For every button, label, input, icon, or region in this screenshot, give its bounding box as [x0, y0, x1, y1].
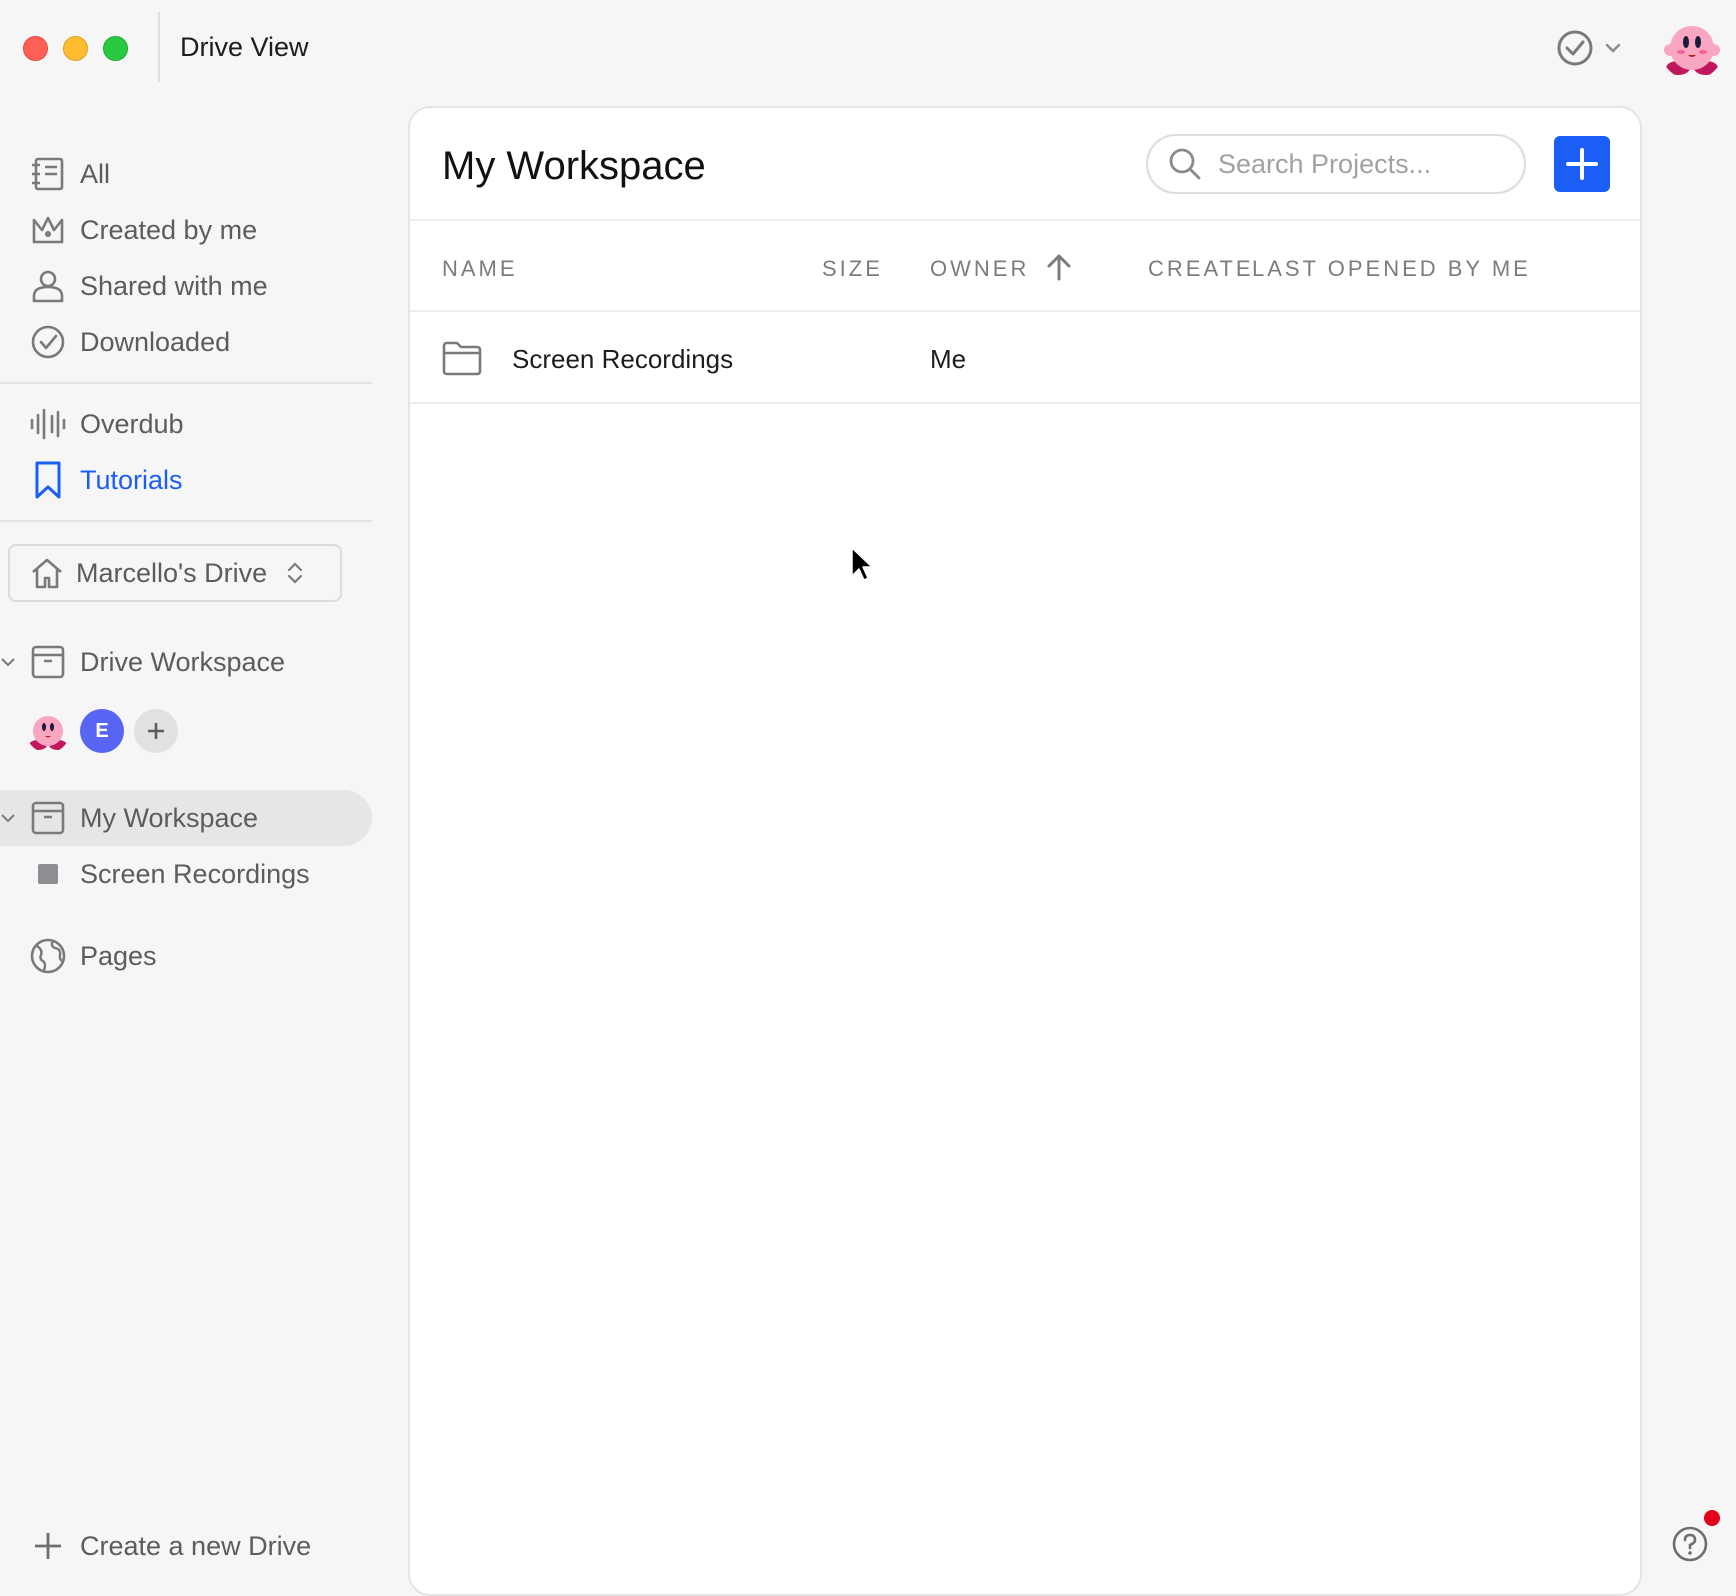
sidebar-item-screen-recordings[interactable]: Screen Recordings: [28, 850, 310, 898]
chevron-up-down-icon: [288, 562, 303, 584]
sidebar-item-downloaded[interactable]: Downloaded: [28, 318, 230, 366]
chevron-down-icon[interactable]: [0, 810, 16, 826]
archive-box-icon: [28, 798, 68, 838]
sidebar-item-tutorials[interactable]: Tutorials: [28, 456, 183, 504]
arrow-up-icon: [1047, 254, 1071, 281]
search-input[interactable]: [1216, 147, 1510, 181]
main-panel: My Workspace NAME SIZE OWNER CREATE LAST…: [408, 106, 1642, 1596]
sidebar-divider: [0, 520, 372, 522]
sidebar-item-label: Shared with me: [80, 270, 268, 301]
notification-badge: [1704, 1510, 1720, 1526]
add-project-button[interactable]: [1554, 136, 1610, 192]
column-header-owner[interactable]: OWNER: [930, 254, 1074, 282]
chevron-down-icon: [1605, 43, 1621, 53]
maximize-window-button[interactable]: [103, 36, 128, 61]
page-title: My Workspace: [442, 144, 706, 188]
create-drive-label: Create a new Drive: [80, 1530, 312, 1561]
house-icon: [32, 558, 62, 589]
window-title: Drive View: [180, 32, 309, 62]
search-icon: [1169, 148, 1201, 180]
check-circle-icon: [28, 322, 68, 362]
sidebar-item-label: My Workspace: [80, 802, 259, 833]
chevron-down-icon[interactable]: [0, 654, 16, 670]
title-divider: [158, 12, 160, 82]
plus-icon: [28, 1526, 68, 1566]
sidebar-item-my-workspace[interactable]: My Workspace: [28, 794, 258, 842]
minimize-window-button[interactable]: [63, 36, 88, 61]
sidebar-item-label: Pages: [80, 940, 157, 971]
globe-icon: [28, 936, 68, 976]
sidebar-item-overdub[interactable]: Overdub: [28, 400, 184, 448]
user-avatar[interactable]: [1660, 16, 1724, 80]
add-member-button[interactable]: [134, 709, 178, 753]
sidebar-item-label: All: [80, 158, 111, 189]
square-icon: [28, 854, 68, 894]
sidebar-item-pages[interactable]: Pages: [28, 932, 157, 980]
column-header-last-opened[interactable]: LAST OPENED BY ME: [1252, 256, 1531, 282]
check-circle-icon: [1557, 30, 1593, 66]
help-icon[interactable]: [1670, 1524, 1710, 1564]
folder-icon: [442, 341, 482, 376]
plus-icon: [1566, 148, 1598, 180]
plus-icon: [148, 723, 164, 739]
member-avatar-initial[interactable]: E: [80, 709, 124, 753]
drive-selector-label: Marcello's Drive: [76, 557, 268, 588]
column-header-owner-label: OWNER: [930, 256, 1030, 281]
column-header-created[interactable]: CREATE: [1148, 256, 1252, 282]
create-drive-button[interactable]: Create a new Drive: [28, 1522, 311, 1570]
search-box[interactable]: [1146, 134, 1526, 194]
sidebar-item-all[interactable]: All: [28, 150, 110, 198]
sidebar-item-label: Drive Workspace: [80, 646, 286, 677]
column-header-size[interactable]: SIZE: [822, 256, 883, 282]
sidebar-divider: [0, 382, 372, 384]
row-name: Screen Recordings: [512, 344, 734, 374]
sidebar-item-label: Created by me: [80, 214, 258, 245]
sidebar-item-label: Tutorials: [80, 464, 183, 495]
sidebar-item-label: Overdub: [80, 408, 184, 439]
sidebar-item-label: Screen Recordings: [80, 858, 310, 889]
title-bar: Drive View: [0, 0, 1736, 96]
mouse-cursor-icon: [851, 547, 873, 581]
column-header-name[interactable]: NAME: [442, 256, 518, 282]
notebook-icon: [28, 154, 68, 194]
workspace-members: E: [26, 706, 188, 756]
sidebar-item-drive-workspace[interactable]: Drive Workspace: [28, 638, 285, 686]
close-window-button[interactable]: [23, 36, 48, 61]
archive-box-icon: [28, 642, 68, 682]
sidebar-item-label: Downloaded: [80, 326, 231, 357]
sidebar-item-created-by-me[interactable]: Created by me: [28, 206, 257, 254]
member-avatar[interactable]: [26, 709, 70, 753]
sidebar: All Created by me Shared with me Downloa…: [0, 96, 372, 1576]
person-icon: [28, 266, 68, 306]
sidebar-item-shared-with-me[interactable]: Shared with me: [28, 262, 268, 310]
row-owner: Me: [930, 344, 967, 374]
table-header-divider: [410, 310, 1640, 312]
row-divider: [410, 402, 1640, 404]
header-divider: [410, 219, 1640, 221]
waveform-icon: [28, 404, 68, 444]
bookmark-icon: [28, 460, 68, 500]
sync-status-button[interactable]: [1556, 28, 1626, 68]
drive-selector[interactable]: Marcello's Drive: [8, 544, 342, 602]
crown-icon: [28, 210, 68, 250]
